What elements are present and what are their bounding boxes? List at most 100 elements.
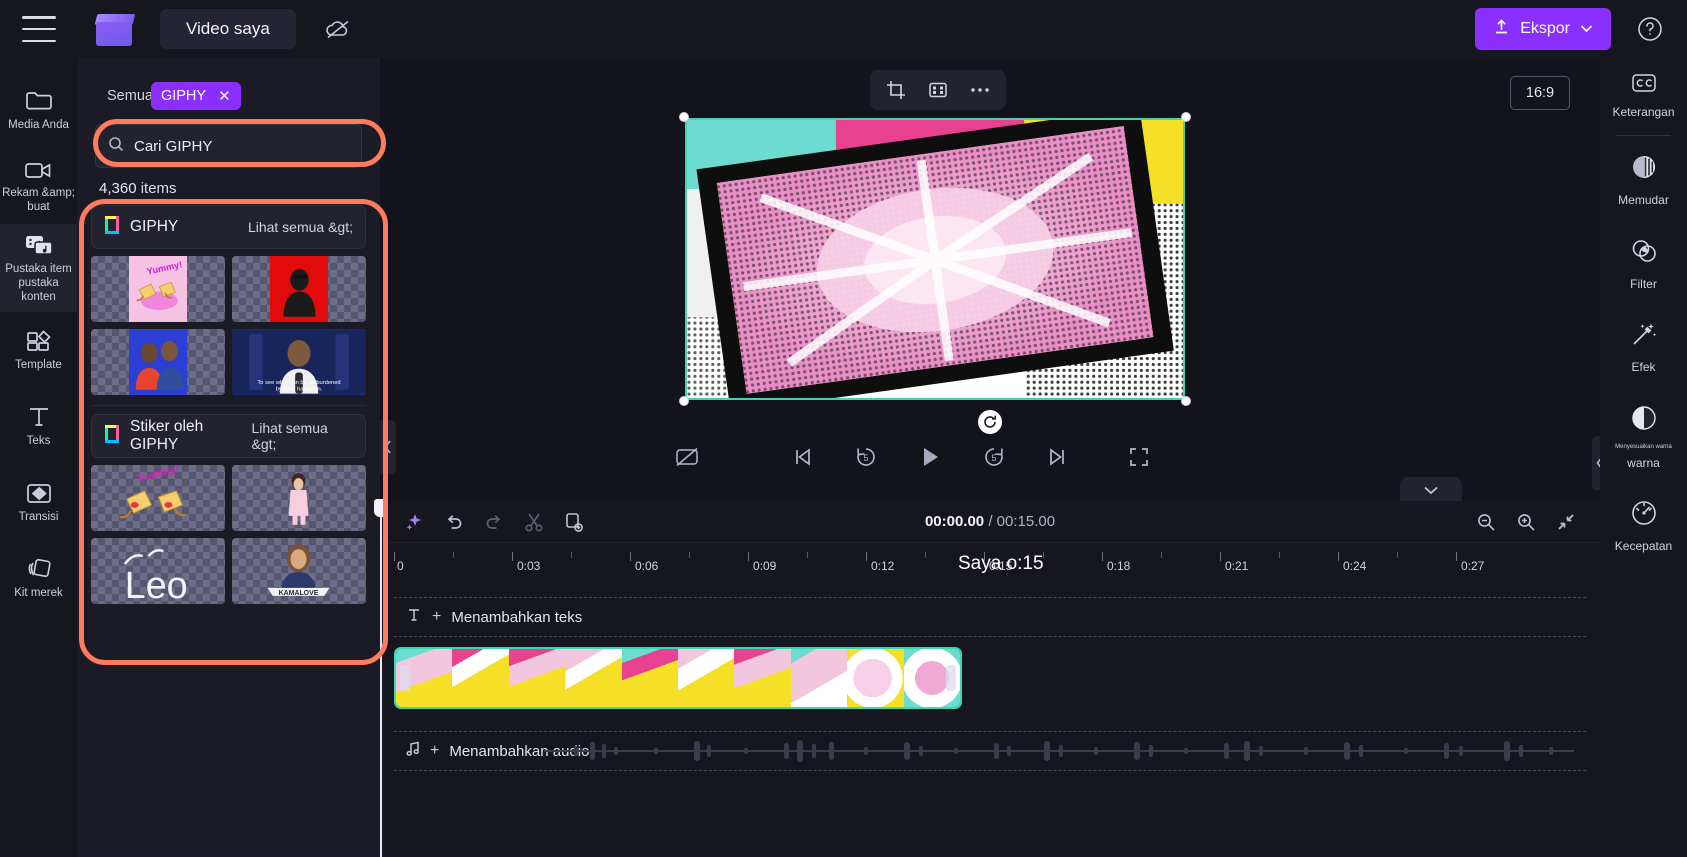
filter-chip-giphy[interactable]: GIPHY ✕: [150, 82, 241, 110]
sticker-pink-outfit[interactable]: [232, 465, 366, 531]
zoom-out-icon[interactable]: [1466, 505, 1506, 539]
playhead-knob[interactable]: [374, 499, 388, 517]
export-button[interactable]: Ekspor: [1475, 8, 1611, 50]
right-item-filter[interactable]: Filter: [1600, 222, 1687, 305]
project-title[interactable]: Video saya: [160, 9, 296, 49]
svg-text:Yummy!: Yummy!: [145, 259, 182, 276]
sidebar-item-record-create[interactable]: Rekam &amp; buat: [0, 148, 77, 224]
clip-trim-handle-right[interactable]: [946, 665, 956, 691]
sidebar-item-brand-kit[interactable]: Kit merek: [0, 540, 77, 616]
adjust-colors-icon: [1629, 403, 1659, 438]
resize-handle-top-right[interactable]: [1181, 112, 1191, 122]
aspect-ratio-button[interactable]: 16:9: [1510, 76, 1570, 110]
sidebar-item-text[interactable]: Teks: [0, 388, 77, 464]
fit-to-frame-icon[interactable]: [920, 74, 956, 106]
right-item-label: Filter: [1630, 276, 1657, 291]
question-circle-icon[interactable]: [1635, 14, 1665, 44]
tile-speaker-podium[interactable]: To see what can be, unburdened by what h…: [232, 329, 366, 395]
tile-taco-yummy[interactable]: Yummy!: [91, 256, 225, 322]
chevron-down-icon: [1580, 20, 1593, 38]
sidebar-item-transition[interactable]: Transisi: [0, 464, 77, 540]
crop-icon[interactable]: [878, 74, 914, 106]
sidebar-item-media[interactable]: Media Anda: [0, 72, 77, 148]
sidebar-item-label: Teks: [26, 434, 51, 447]
captions-off-button[interactable]: [670, 440, 704, 474]
undo-icon[interactable]: [434, 505, 474, 539]
ellipsis-icon[interactable]: [962, 74, 998, 106]
panel-collapse-button[interactable]: [380, 420, 396, 474]
clipchamp-editor: Video saya Ekspor Media Anda Rekam &amp;…: [0, 0, 1687, 857]
right-item-label: Memudar: [1618, 193, 1669, 208]
tile-two-women-blue[interactable]: [91, 329, 225, 395]
audio-waveform: [544, 740, 1574, 762]
expand-timeline-button[interactable]: [1400, 477, 1462, 503]
cloud-off-icon[interactable]: [318, 9, 358, 49]
ruler-tick-label: 0:18: [1107, 559, 1131, 573]
giphy-icon: [104, 215, 120, 240]
resize-handle-top-left[interactable]: [679, 112, 689, 122]
tile-person-red-bg[interactable]: [232, 256, 366, 322]
close-icon[interactable]: ✕: [218, 87, 231, 105]
scissors-icon[interactable]: [514, 505, 554, 539]
ruler-tick-label: 0:24: [1343, 559, 1367, 573]
add-audio-track[interactable]: + Menambahkan audio: [394, 731, 1586, 771]
see-all-link[interactable]: Lihat semua &gt;: [248, 219, 353, 235]
right-item-fade[interactable]: Memudar: [1600, 138, 1687, 221]
fit-timeline-icon[interactable]: [1546, 505, 1586, 539]
sticker-taco-yummy[interactable]: Yummy!: [91, 465, 225, 531]
content-library-panel: Semua GIPHY ✕ 4,360 items: [77, 58, 380, 857]
rewind-5-button[interactable]: 5: [849, 440, 883, 474]
section-header-giphy[interactable]: GIPHY Lihat semua &gt;: [91, 205, 366, 249]
right-rail-divider: [1616, 135, 1671, 137]
sparkle-icon[interactable]: [394, 505, 434, 539]
sidebar-item-template[interactable]: Template: [0, 312, 77, 388]
timeline-ruler[interactable]: 0 0:03 0:06 0:09 0:12 0:15 0:18 0:21 0:2…: [380, 543, 1600, 583]
timeline-toolbar: 00:00.00 / 00:15.00: [380, 501, 1600, 543]
search-icon: [108, 136, 124, 157]
sidebar-item-content-library[interactable]: Pustaka item pustaka konten: [0, 224, 77, 313]
section-header-stickers[interactable]: Stiker oleh GIPHY Lihat semua &gt;: [91, 414, 366, 458]
ruler-tick-label: 0:12: [871, 559, 895, 573]
left-sidebar: Media Anda Rekam &amp; buat Pustaka item…: [0, 58, 77, 857]
filter-all-label[interactable]: Semua: [107, 88, 153, 104]
zoom-in-icon[interactable]: [1506, 505, 1546, 539]
add-text-track[interactable]: + Menambahkan teks: [394, 597, 1586, 637]
items-count-number: 4,360: [99, 180, 137, 197]
filter-icon: [1629, 236, 1659, 271]
right-item-captions[interactable]: Keterangan: [1600, 58, 1687, 133]
skip-to-end-button[interactable]: [1041, 440, 1075, 474]
fullscreen-button[interactable]: [1122, 440, 1156, 474]
right-item-label: Kecepatan: [1614, 538, 1673, 553]
right-item-speed[interactable]: Kecepatan: [1600, 484, 1687, 567]
top-bar: Video saya Ekspor: [0, 0, 1687, 58]
template-icon: [24, 328, 54, 354]
right-item-effects[interactable]: Efek: [1600, 305, 1687, 388]
resize-handle-bottom-right[interactable]: [1181, 396, 1191, 406]
video-canvas[interactable]: [685, 118, 1185, 400]
search-input[interactable]: [134, 137, 349, 155]
rotate-icon[interactable]: [978, 410, 1002, 434]
right-item-adjust-colors[interactable]: Menyesuaikan warna warna: [1600, 389, 1687, 484]
sticker-leo-text[interactable]: Leo: [91, 538, 225, 604]
svg-text:Leo: Leo: [125, 564, 188, 604]
playhead[interactable]: [374, 499, 388, 857]
sidebar-item-label: Pustaka item pustaka konten: [5, 263, 72, 303]
duplicate-icon[interactable]: [554, 505, 594, 539]
play-button[interactable]: [913, 440, 947, 474]
sidebar-item-label: Media Anda: [8, 118, 69, 131]
video-clip[interactable]: [394, 647, 962, 709]
hamburger-icon[interactable]: [22, 16, 56, 42]
cc-icon: [1630, 72, 1658, 99]
svg-text:by what has been.: by what has been.: [276, 387, 323, 393]
search-box[interactable]: [95, 124, 362, 168]
see-all-link[interactable]: Lihat semua &gt;: [252, 420, 354, 452]
clip-trim-handle-left[interactable]: [400, 665, 410, 691]
redo-icon[interactable]: [474, 505, 514, 539]
giphy-icon: [104, 424, 120, 449]
top-bar-right: Ekspor: [1475, 8, 1687, 50]
sticker-kamalove-banner[interactable]: KAMALOVE: [232, 538, 366, 604]
resize-handle-bottom-left[interactable]: [679, 396, 689, 406]
forward-5-button[interactable]: 5: [977, 440, 1011, 474]
clipchamp-logo[interactable]: [94, 12, 136, 46]
skip-to-start-button[interactable]: [785, 440, 819, 474]
